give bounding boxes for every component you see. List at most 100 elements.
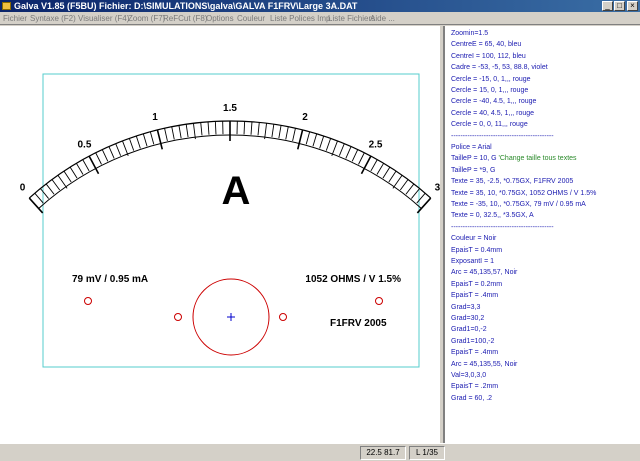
minor-tick bbox=[40, 188, 49, 199]
minor-tick bbox=[200, 122, 203, 136]
minor-tick bbox=[370, 159, 378, 172]
script-line-text: Texte = 35, 10, *0.75GX, 1052 OHMS / V 1… bbox=[451, 189, 597, 197]
script-comment: 'Change taille tous textes bbox=[496, 155, 577, 163]
script-line-text: Grad=30,2 bbox=[451, 315, 485, 322]
minor-tick bbox=[351, 149, 359, 162]
minor-tick bbox=[45, 183, 55, 195]
minor-tick bbox=[271, 124, 275, 138]
script-line-text: Arc = 45,135,55, Noir bbox=[451, 360, 518, 368]
minor-tick bbox=[214, 121, 217, 135]
minor-tick bbox=[257, 122, 260, 136]
cursor-coordinates: 22.5 81.7 bbox=[360, 446, 406, 460]
menu-syntaxe[interactable]: Syntaxe (F2) bbox=[30, 12, 76, 25]
minor-tick bbox=[69, 166, 78, 179]
menu-aide[interactable]: Aide ... bbox=[370, 12, 395, 25]
minor-tick bbox=[331, 140, 338, 157]
meter-face: 0 0.5 1 1.5 2 2.5 3 A 79 mV / 0.95 mA 1052 OHM… bbox=[20, 73, 440, 368]
pivot-hole-right bbox=[279, 313, 287, 321]
script-line-text: EpaisT = .4mm bbox=[451, 292, 499, 300]
script-line: Cercle = 15, 0, 1,,, rouge bbox=[451, 86, 528, 95]
menu-refcut[interactable]: ReFCut (F8) bbox=[163, 12, 207, 25]
minor-tick bbox=[250, 121, 253, 135]
drawing-canvas[interactable]: 0 0.5 1 1.5 2 2.5 3 A 79 mV / 0.95 mA 1052 OHM… bbox=[0, 26, 440, 443]
script-line: TailleP = *9, G bbox=[451, 166, 495, 175]
script-line-text: TailleP = *9, G bbox=[451, 166, 496, 174]
script-line-text: Cercle = -15, 0, 1,,, rouge bbox=[451, 75, 531, 83]
scale-label: 3 bbox=[435, 183, 440, 194]
script-line: Texte = 35, 10, *0.75GX, 1052 OHMS / V 1… bbox=[451, 189, 596, 198]
script-line-text: EpaisT = .2mm bbox=[451, 383, 499, 391]
mount-hole-right bbox=[375, 297, 383, 305]
script-line: Cadre = -53, -5, 53, 88.8, violet bbox=[451, 63, 548, 72]
script-line: Zoomin=1.5 bbox=[451, 29, 488, 38]
menu-options[interactable]: Options bbox=[206, 12, 234, 25]
minor-tick bbox=[51, 179, 61, 191]
minor-tick bbox=[376, 163, 384, 175]
menu-couleur[interactable]: Couleur bbox=[237, 12, 265, 25]
minor-tick bbox=[95, 152, 102, 165]
minor-tick bbox=[207, 121, 210, 135]
minor-tick bbox=[115, 143, 122, 156]
maximize-button[interactable]: □ bbox=[614, 1, 625, 11]
script-line: Texte = 0, 32.5,, *3.5GX, A bbox=[451, 211, 534, 220]
minor-tick bbox=[325, 138, 332, 151]
line-indicator: L 1/35 bbox=[409, 446, 445, 460]
script-line-text: ExposantI = 1 bbox=[451, 258, 495, 265]
script-line-text: Couleur = Noir bbox=[451, 235, 497, 243]
scale-label: 0 bbox=[20, 183, 26, 194]
script-line: Texte = -35, 10,, *0.75GX, 79 mV / 0.95 … bbox=[451, 200, 586, 209]
minor-tick bbox=[292, 128, 296, 142]
script-line: CentreI = 100, 112, bleu bbox=[451, 52, 526, 61]
minor-tick bbox=[178, 125, 182, 139]
minor-tick bbox=[122, 140, 129, 157]
script-line-text: Texte = 0, 32.5,, *3.5GX, A bbox=[451, 212, 534, 220]
minor-tick bbox=[135, 135, 141, 149]
script-line: Cercle = 40, 4.5, 1,,, rouge bbox=[451, 109, 534, 118]
script-line-text: Arc = 45,135,57, Noir bbox=[451, 269, 518, 277]
script-line: Grad1=0,-2 bbox=[451, 325, 487, 334]
script-line: Arc = 45,135,55, Noir bbox=[451, 360, 517, 369]
minor-tick bbox=[285, 126, 289, 140]
major-tick bbox=[156, 129, 164, 150]
script-line-text: EpaisT = 0.4mm bbox=[451, 246, 503, 254]
script-line: EpaisT = .2mm bbox=[451, 382, 498, 391]
script-line-text: Cadre = -53, -5, 53, 88.8, violet bbox=[451, 64, 548, 72]
script-line: EpaisT = .4mm bbox=[451, 348, 498, 357]
script-line: Police = Arial bbox=[451, 143, 492, 152]
scale-label: 0.5 bbox=[78, 139, 92, 150]
script-line: Grad = 60, .2 bbox=[451, 394, 492, 403]
script-line-text: EpaisT = 0.2mm bbox=[451, 280, 503, 288]
minor-tick bbox=[76, 163, 84, 175]
minor-tick bbox=[411, 188, 420, 199]
menu-fichier[interactable]: Fichier bbox=[3, 12, 27, 25]
menu-liste-fichiers[interactable]: Liste Fichiers bbox=[328, 12, 375, 25]
minor-tick bbox=[358, 152, 365, 165]
minimize-button[interactable]: _ bbox=[602, 1, 613, 11]
minor-tick bbox=[388, 170, 397, 183]
close-button[interactable]: × bbox=[627, 1, 638, 11]
script-line: Cercle = -15, 0, 1,,, rouge bbox=[451, 75, 531, 84]
script-line-text: CentreI = 100, 112, bleu bbox=[451, 52, 526, 60]
script-line-text: Police = Arial bbox=[451, 144, 492, 151]
minor-tick bbox=[345, 146, 352, 159]
menu-bar: Fichier Syntaxe (F2) Visualiser (F4) Zoo… bbox=[0, 12, 640, 25]
menu-visualiser[interactable]: Visualiser (F4) bbox=[78, 12, 129, 25]
minor-tick bbox=[185, 124, 189, 138]
script-line: ----------------------------------------… bbox=[451, 132, 554, 141]
script-line-text: TailleP = 10, G bbox=[451, 155, 497, 163]
script-editor[interactable]: Zoomin=1.5 CentreE = 65, 40, bleu CentreI … bbox=[443, 26, 640, 443]
script-line: Cercle = -40, 4.5, 1,,, rouge bbox=[451, 97, 536, 106]
sensitivity-text: 79 mV / 0.95 mA bbox=[72, 274, 148, 285]
script-line: ExposantI = 1 bbox=[451, 257, 494, 266]
menu-liste-polices[interactable]: Liste Polices Imp. bbox=[270, 12, 333, 25]
script-line: CentreE = 65, 40, bleu bbox=[451, 40, 521, 49]
title-bar: Galva V1.85 (F5BU) Fichier: D:\SIMULATIO… bbox=[0, 0, 640, 12]
menu-zoom[interactable]: Zoom (F7) bbox=[128, 12, 165, 25]
minor-tick bbox=[128, 138, 135, 151]
minor-tick bbox=[305, 131, 311, 145]
minor-tick bbox=[164, 128, 168, 142]
signature-text: F1FRV 2005 bbox=[330, 318, 387, 329]
minor-tick bbox=[399, 179, 409, 191]
scale-label: 1.5 bbox=[223, 103, 237, 114]
minor-tick bbox=[382, 166, 391, 179]
